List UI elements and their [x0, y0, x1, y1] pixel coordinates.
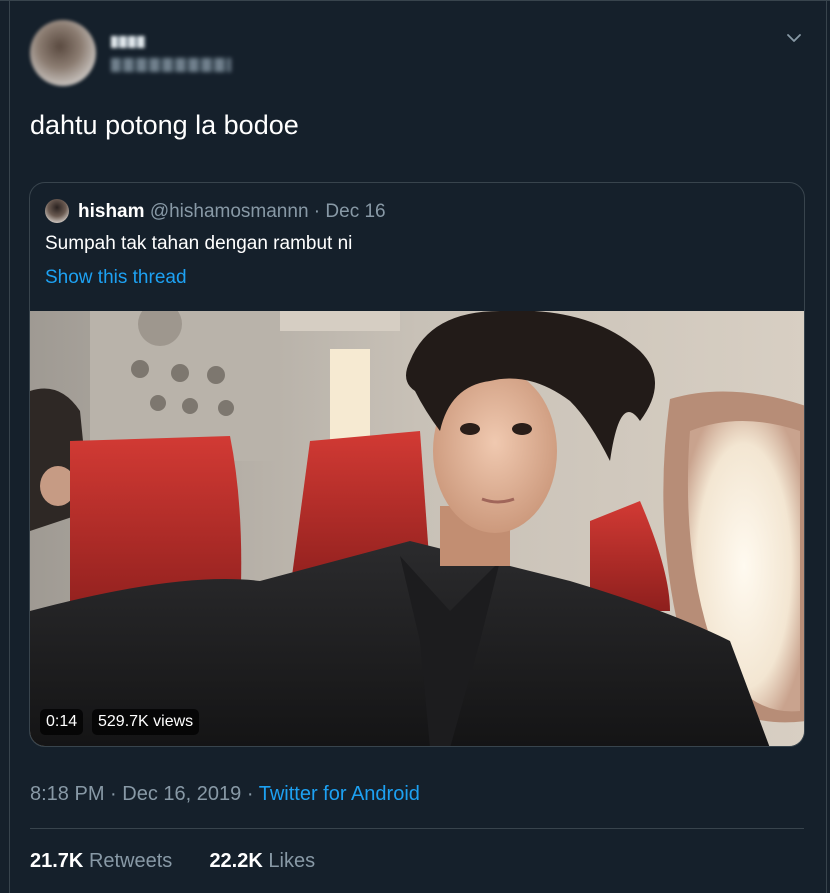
tweet-time[interactable]: 8:18 PM	[30, 783, 104, 805]
likes-count: 22.2K	[209, 850, 263, 872]
tweet-text: dahtu potong la bodoe	[30, 110, 299, 140]
chevron-down-icon[interactable]	[784, 28, 804, 48]
frame-left-border	[9, 0, 10, 893]
video-player[interactable]: 0:14 529.7K views	[30, 311, 804, 746]
quoted-date[interactable]: Dec 16	[325, 201, 385, 222]
quoted-author-handle[interactable]: @hishamosmannn	[150, 201, 309, 222]
likes-stat[interactable]: 22.2K Likes	[209, 850, 315, 872]
tweet-source-link[interactable]: Twitter for Android	[259, 783, 420, 805]
show-thread-link[interactable]: Show this thread	[45, 265, 187, 291]
tweet-date[interactable]: Dec 16, 2019	[122, 783, 241, 805]
quoted-tweet-card[interactable]: hisham @hishamosmannn · Dec 16 Sumpah ta…	[29, 182, 805, 747]
meta-separator-2: ·	[246, 783, 254, 805]
tweet-meta: 8:18 PM · Dec 16, 2019 · Twitter for And…	[30, 780, 420, 808]
quoted-separator: ·	[313, 201, 321, 222]
likes-label: Likes	[268, 850, 316, 872]
retweets-count: 21.7K	[30, 850, 84, 872]
divider	[30, 828, 804, 829]
meta-separator: ·	[110, 783, 117, 805]
quoted-author-name[interactable]: hisham	[78, 201, 145, 222]
author-name-redacted[interactable]	[111, 36, 145, 48]
quoted-tweet-text: Sumpah tak tahan dengan rambut ni	[45, 233, 353, 254]
video-duration-badge: 0:14	[40, 709, 84, 735]
quoted-author-avatar[interactable]	[45, 199, 69, 223]
retweets-label: Retweets	[88, 850, 173, 872]
frame-top-border	[0, 0, 830, 1]
quoted-tweet-header: hisham @hishamosmannn · Dec 16	[78, 199, 386, 225]
author-avatar[interactable]	[30, 20, 96, 86]
retweets-stat[interactable]: 21.7K Retweets	[30, 850, 178, 872]
tweet-stats: 21.7K Retweets 22.2K Likes	[30, 847, 315, 875]
author-handle-redacted[interactable]	[111, 58, 231, 72]
video-views-badge: 529.7K views	[92, 709, 200, 735]
frame-right-border	[826, 0, 827, 893]
video-frame-image	[30, 311, 804, 746]
